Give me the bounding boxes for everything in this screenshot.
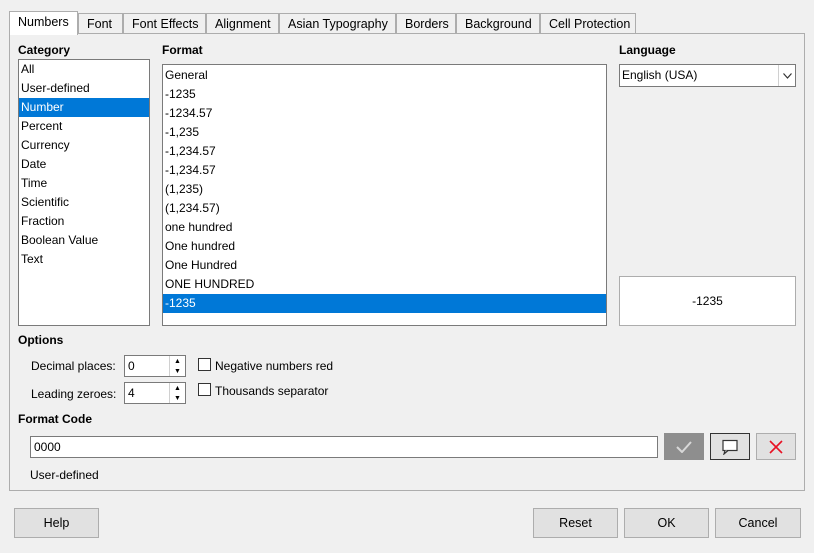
category-list[interactable]: All User-defined Number Percent Currency Date… (18, 59, 150, 326)
leading-zeroes-label: Leading zeroes: (31, 387, 117, 401)
tab-numbers[interactable]: Numbers (9, 11, 78, 35)
format-item[interactable]: General (163, 66, 606, 85)
negative-red-label: Negative numbers red (215, 359, 334, 373)
chevron-down-icon[interactable] (778, 65, 795, 86)
spin-up-icon[interactable]: ▲ (170, 356, 185, 366)
options-label: Options (18, 333, 64, 347)
category-item[interactable]: Percent (19, 117, 149, 136)
category-item[interactable]: Number (19, 98, 149, 117)
ok-button[interactable]: OK (624, 508, 709, 538)
category-item[interactable]: Date (19, 155, 149, 174)
category-item[interactable]: Fraction (19, 212, 149, 231)
format-item[interactable]: ONE HUNDRED (163, 275, 606, 294)
format-code-input[interactable]: 0000 (30, 436, 658, 458)
accept-code-button[interactable] (664, 433, 704, 460)
help-button[interactable]: Help (14, 508, 99, 538)
close-icon (769, 439, 783, 454)
cancel-button[interactable]: Cancel (715, 508, 801, 538)
format-item[interactable]: one hundred (163, 218, 606, 237)
leading-zeroes-value: 4 (128, 386, 135, 400)
category-label: Category (18, 43, 71, 57)
category-item[interactable]: Boolean Value (19, 231, 149, 250)
language-value: English (USA) (622, 68, 698, 82)
spin-down-icon[interactable]: ▼ (170, 393, 185, 403)
language-select[interactable]: English (USA) (619, 64, 796, 87)
format-item[interactable]: One Hundred (163, 256, 606, 275)
language-label: Language (619, 43, 676, 57)
format-item[interactable]: -1,235 (163, 123, 606, 142)
category-item[interactable]: User-defined (19, 79, 149, 98)
format-label: Format (162, 43, 203, 57)
checkmark-icon (676, 440, 692, 453)
category-item[interactable]: All (19, 60, 149, 79)
category-item[interactable]: Scientific (19, 193, 149, 212)
format-item[interactable]: (1,235) (163, 180, 606, 199)
decimal-places-label: Decimal places: (31, 359, 116, 373)
edit-comment-button[interactable] (710, 433, 750, 460)
tab-background[interactable]: Background (456, 13, 540, 34)
format-item[interactable]: -1,234.57 (163, 142, 606, 161)
leading-zeroes-spinner[interactable]: 4 ▲ ▼ (124, 382, 186, 404)
tab-cell-protection[interactable]: Cell Protection (540, 13, 636, 34)
tab-font-effects[interactable]: Font Effects (123, 13, 206, 34)
comment-icon (722, 439, 738, 455)
spin-up-icon[interactable]: ▲ (170, 383, 185, 393)
format-preview: -1235 (619, 276, 796, 326)
format-code-status: User-defined (30, 468, 99, 482)
tab-borders[interactable]: Borders (396, 13, 456, 34)
category-item[interactable]: Currency (19, 136, 149, 155)
preview-value: -1235 (692, 294, 723, 308)
format-code-label: Format Code (18, 412, 93, 426)
tab-font[interactable]: Font (78, 13, 123, 34)
thousands-separator-label: Thousands separator (215, 384, 329, 398)
thousands-separator-checkbox[interactable] (198, 383, 211, 396)
format-item[interactable]: -1,234.57 (163, 161, 606, 180)
negative-red-checkbox[interactable] (198, 358, 211, 371)
decimal-places-spinner[interactable]: 0 ▲ ▼ (124, 355, 186, 377)
format-item[interactable]: -1234.57 (163, 104, 606, 123)
delete-code-button[interactable] (756, 433, 796, 460)
format-item[interactable]: One hundred (163, 237, 606, 256)
spin-down-icon[interactable]: ▼ (170, 366, 185, 376)
tab-alignment[interactable]: Alignment (206, 13, 279, 34)
format-item[interactable]: -1235 (163, 85, 606, 104)
reset-button[interactable]: Reset (533, 508, 618, 538)
format-item[interactable]: -1235 (163, 294, 606, 313)
category-item[interactable]: Text (19, 250, 149, 269)
decimal-places-value: 0 (128, 359, 135, 373)
format-item[interactable]: (1,234.57) (163, 199, 606, 218)
tab-asian-typography[interactable]: Asian Typography (279, 13, 396, 34)
format-list[interactable]: General -1235 -1234.57 -1,235 -1,234.57 -1,23… (162, 64, 607, 326)
category-item[interactable]: Time (19, 174, 149, 193)
